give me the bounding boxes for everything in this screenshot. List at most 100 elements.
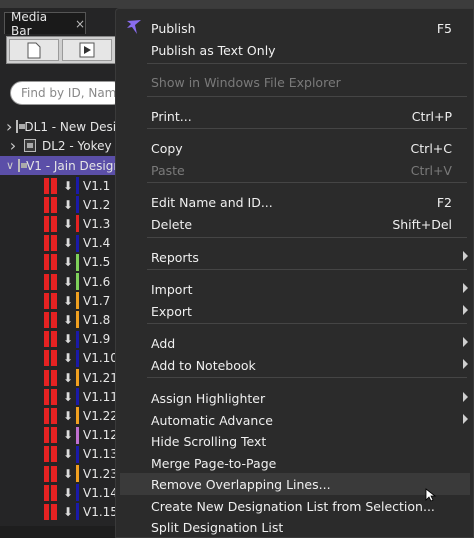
arrow-down-icon: ⬇ [62, 485, 74, 500]
list-item[interactable]: ⬇ V1.11 [44, 387, 124, 406]
designation-list-icon [16, 120, 26, 133]
title-strip [0, 0, 474, 8]
submenu-arrow-icon [463, 283, 468, 293]
list-item[interactable]: ⬇ V1.3 [44, 214, 124, 233]
context-menu: Publish F5 Publish as Text Only Show in Win… [115, 8, 474, 538]
list-item[interactable]: ⬇ V1.5 [44, 253, 124, 272]
menu-item-automatic-advance[interactable]: Automatic Advance [120, 409, 470, 431]
tree-node-label: DL2 - Yokey [42, 138, 112, 153]
highlight-color-bar [76, 484, 79, 502]
list-item-label: V1.7 [83, 293, 111, 308]
menu-item-print[interactable]: Print... Ctrl+P [120, 105, 470, 127]
submenu-arrow-icon [463, 251, 468, 261]
list-item[interactable]: ⬇ V1.13 [44, 445, 124, 464]
list-item[interactable]: ⬇ V1.10 [44, 349, 124, 368]
highlight-color-bar [76, 465, 79, 482]
menu-item-create-new-designation-list-from-selection[interactable]: Create New Designation List from Selecti… [120, 495, 470, 517]
list-item[interactable]: ⬇ V1.2 [44, 195, 124, 214]
arrow-down-icon: ⬇ [62, 332, 74, 347]
tree-node[interactable]: › DL2 - Yokey [0, 136, 120, 155]
list-item-label: V1.6 [83, 274, 111, 289]
list-item[interactable]: ⬇ V1.22 [44, 406, 124, 425]
list-item[interactable]: ⬇ V1.4 [44, 234, 124, 253]
arrow-down-icon: ⬇ [62, 466, 74, 481]
menu-item-copy[interactable]: Copy Ctrl+C [120, 137, 470, 159]
tree-node-label: DL1 - New Designati [24, 119, 120, 134]
media-bar-tab[interactable]: Media Bar × [4, 10, 86, 38]
menu-item-delete[interactable]: Delete Shift+Del [120, 213, 470, 235]
menu-item-assign-highlighter[interactable]: Assign Highlighter [120, 387, 470, 409]
list-item[interactable]: ⬇ V1.21 [44, 368, 124, 387]
list-item-label: V1.22 [83, 408, 118, 423]
highlight-color-bar [76, 292, 79, 310]
menu-item-export[interactable]: Export [120, 300, 470, 322]
arrow-down-icon: ⬇ [62, 274, 74, 289]
menu-separator [147, 96, 467, 97]
clip-marker-icon [44, 369, 57, 386]
media-toolbar [6, 36, 120, 64]
list-item-label: V1.21 [83, 370, 118, 385]
arrow-down-icon: ⬇ [62, 447, 74, 462]
tree-node-label: V1 - Jain Designati [26, 158, 120, 173]
tree-node[interactable]: › DL1 - New Designati [0, 117, 120, 136]
tab-label: Media Bar [11, 9, 48, 38]
list-item[interactable]: ⬇ V1.12 [44, 426, 124, 445]
menu-item-remove-overlapping-lines[interactable]: Remove Overlapping Lines... [120, 473, 470, 495]
menu-item-split-designation-list[interactable]: Split Designation List [120, 516, 470, 538]
menu-item-import[interactable]: Import [120, 278, 470, 300]
clip-marker-icon [44, 465, 57, 482]
list-item[interactable]: ⬇ V1.8 [44, 310, 124, 329]
menu-item-label: Publish [151, 20, 196, 36]
shortcut-label: Ctrl+P [411, 109, 452, 124]
menu-item-publish[interactable]: Publish F5 [120, 17, 470, 39]
menu-item-label: Export [151, 303, 192, 319]
shortcut-label: Ctrl+V [410, 163, 452, 178]
chevron-right-icon[interactable]: › [6, 117, 12, 136]
list-item[interactable]: ⬇ V1.6 [44, 272, 124, 291]
list-item-label: V1.11 [83, 389, 118, 404]
list-item-label: V1.4 [83, 236, 111, 251]
highlight-color-bar [76, 445, 79, 463]
menu-item-hide-scrolling-text[interactable]: Hide Scrolling Text [120, 430, 470, 452]
list-item-label: V1.1 [83, 178, 111, 193]
list-item[interactable]: ⬇ V1.1 [44, 176, 124, 195]
list-item-label: V1.12 [83, 428, 118, 443]
arrow-down-icon: ⬇ [62, 351, 74, 366]
list-item[interactable]: ⬇ V1.15 [44, 502, 124, 521]
arrow-down-icon: ⬇ [62, 389, 74, 404]
search-input[interactable]: Find by ID, Name, or [10, 81, 125, 105]
highlight-color-bar [76, 311, 79, 329]
submenu-arrow-icon [463, 305, 468, 315]
menu-item-reports[interactable]: Reports [120, 246, 470, 268]
list-item[interactable]: ⬇ V1.9 [44, 330, 124, 349]
highlight-color-bar [76, 196, 79, 214]
tree-node[interactable]: ∨ V1 - Jain Designati [0, 156, 120, 175]
menu-item-publish-as-text-only[interactable]: Publish as Text Only [120, 39, 470, 61]
list-item[interactable]: ⬇ V1.23 [44, 464, 124, 483]
list-item[interactable]: ⬇ V1.14 [44, 483, 124, 502]
clip-marker-icon [44, 446, 57, 463]
designation-list-icon [24, 139, 36, 152]
chevron-down-icon[interactable]: ∨ [6, 159, 14, 172]
clip-marker-icon [44, 215, 57, 232]
list-item[interactable]: ⬇ V1.7 [44, 291, 124, 310]
menu-separator [147, 269, 467, 270]
menu-item-merge-page-to-page[interactable]: Merge Page-to-Page [120, 452, 470, 474]
chevron-right-icon[interactable]: › [6, 136, 20, 155]
submenu-arrow-icon [463, 392, 468, 402]
highlight-color-bar [76, 177, 79, 194]
list-item-label: V1.2 [83, 197, 111, 212]
menu-item-add-to-notebook[interactable]: Add to Notebook [120, 354, 470, 376]
arrow-down-icon: ⬇ [62, 197, 74, 212]
menu-item-add[interactable]: Add [120, 332, 470, 354]
close-icon[interactable]: × [75, 17, 85, 31]
document-button[interactable] [9, 39, 59, 61]
arrow-down-icon: ⬇ [62, 370, 74, 385]
play-button[interactable] [62, 39, 112, 61]
clip-marker-icon [44, 484, 57, 501]
highlight-color-bar [76, 426, 79, 444]
menu-item-label: Add [151, 335, 176, 351]
clip-marker-icon [44, 388, 57, 405]
menu-item-edit-name-and-id[interactable]: Edit Name and ID... F2 [120, 191, 470, 213]
shortcut-label: F5 [436, 21, 452, 36]
